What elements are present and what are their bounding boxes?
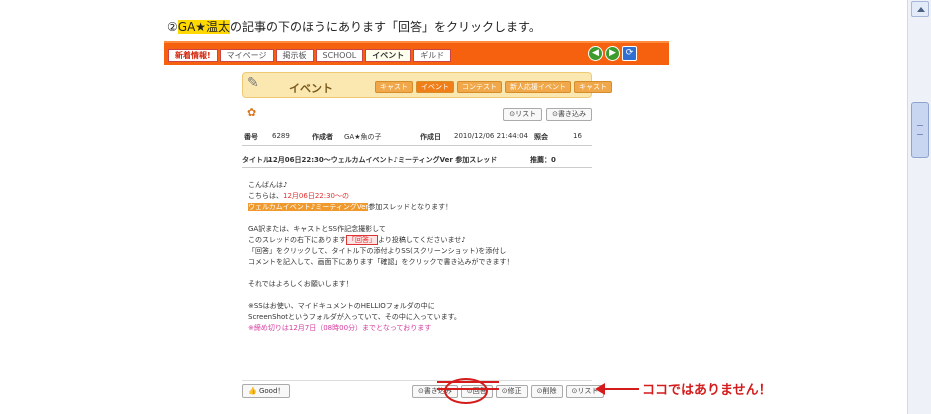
bottom-buttons: ⊙書き込み ⊙回答 ⊙修正 ⊙削除 ⊙リスト <box>412 385 605 398</box>
author-value: GA★魚の子 <box>344 133 382 141</box>
tab-guild[interactable]: ギルド <box>413 49 452 62</box>
annotation-arrow-icon <box>595 383 639 395</box>
megaphone-icon: ✎ <box>247 75 259 91</box>
delete-button[interactable]: ⊙削除 <box>530 385 563 398</box>
event-header: ✎ イベント キャスト イベント コンテスト 新人応援イベント キャスト <box>242 72 612 98</box>
subtab-newbie-event[interactable]: 新人応援イベント <box>505 81 571 93</box>
subtab-cast-2[interactable]: キャスト <box>574 81 612 93</box>
body-line: コメントを記入して、画面下にあります「確認」をクリックで書き込みができます！ <box>248 258 514 266</box>
annotation-note: ココではありません！ <box>642 383 772 398</box>
tab-board[interactable]: 掲示板 <box>275 49 314 62</box>
subtab-event[interactable]: イベント <box>416 81 454 93</box>
scroll-thumb[interactable] <box>911 102 929 158</box>
forward-arrow-icon[interactable]: ▶ <box>605 46 620 61</box>
back-arrow-icon[interactable]: ◀ <box>588 46 603 61</box>
subtab-cast[interactable]: キャスト <box>375 81 413 93</box>
instruction-highlight: GA★温太 <box>177 20 231 34</box>
list-button-top[interactable]: ⊙リスト <box>503 108 543 121</box>
divider <box>242 380 592 381</box>
date-value: 2010/12/06 21:44:04 <box>454 132 529 140</box>
post-panel: ✎ イベント キャスト イベント コンテスト 新人応援イベント キャスト ✿ ⊙… <box>242 70 612 410</box>
post-title-row: タイトル 12月06日22:30〜ウェルカムイベント♪ミーティングVer 参加ス… <box>242 152 592 168</box>
write-button-top[interactable]: ⊙書き込み <box>546 108 592 121</box>
top-buttons: ⊙リスト ⊙書き込み <box>503 108 592 121</box>
body-line: このスレッドの右下にあります 「回答」 より投稿してくださいませ♪ <box>248 235 466 245</box>
top-nav-tabs: 新着情報! マイページ 掲示板 SCHOOL イベント ギルド <box>168 49 452 62</box>
post-title: 12月06日22:30〜ウェルカムイベント♪ミーティングVer 参加スレッド <box>268 156 498 164</box>
vertical-scrollbar[interactable] <box>907 0 931 414</box>
body-line: こんばんは♪ <box>248 181 288 189</box>
title-label: タイトル <box>242 156 270 164</box>
event-title: イベント <box>289 82 333 95</box>
edit-button[interactable]: ⊙修正 <box>495 385 528 398</box>
instruction-text: ②GA★温太の記事の下のほうにあります「回答」をクリックします。 <box>167 18 541 35</box>
number-value: 6289 <box>272 132 290 140</box>
body-line: ※締め切りは12月7日（08時00分）までとなっております <box>248 324 432 332</box>
post-meta: 番号 6289 作成者 GA★魚の子 作成日 2010/12/06 21:44:… <box>242 128 592 146</box>
body-line: それではよろしくお願いします！ <box>248 280 353 288</box>
tab-school[interactable]: SCHOOL <box>315 49 364 62</box>
author-label: 作成者 <box>312 133 333 141</box>
recommend-count: 推薦：0 <box>530 156 556 164</box>
event-subtabs: キャスト イベント コンテスト 新人応援イベント キャスト <box>375 81 612 93</box>
top-nav-bar: 新着情報! マイページ 掲示板 SCHOOL イベント ギルド ◀ ▶ ⟳ <box>164 41 669 65</box>
body-line: GA訳または、キャストとSS作記念撮影して <box>248 225 386 233</box>
body-line: ウェルカムイベント♪ミーティングVer参加スレッドとなります！ <box>248 203 453 211</box>
date-label: 作成日 <box>420 133 441 141</box>
refresh-icon[interactable]: ⟳ <box>622 46 637 61</box>
subtab-contest[interactable]: コンテスト <box>457 81 502 93</box>
body-line: 「回答」をクリックして、タイトル下の添付よりSS(スクリーンショット)を添付し <box>248 247 507 255</box>
tab-news[interactable]: 新着情報! <box>168 49 218 62</box>
annotation-strike <box>437 381 499 383</box>
body-line: ScreenShotというフォルダが入っていて、その中に入っています。 <box>248 313 461 321</box>
flower-icon: ✿ <box>247 106 257 119</box>
instruction-prefix: ② <box>167 20 178 34</box>
views-label: 照会 <box>534 133 548 141</box>
good-button[interactable]: 👍 Good！ <box>242 384 291 398</box>
scroll-up-icon[interactable] <box>911 1 929 17</box>
number-label: 番号 <box>244 133 258 141</box>
post-body: こんばんは♪ こちらは、12月06日22:30〜の ウェルカムイベント♪ミーティ… <box>248 180 513 334</box>
instruction-suffix: の記事の下のほうにあります「回答」をクリックします。 <box>230 20 541 34</box>
nav-buttons: ◀ ▶ ⟳ <box>588 46 637 61</box>
tab-event[interactable]: イベント <box>365 49 412 62</box>
body-line: ※SSはお使い、マイドキュメントのHELLIOフォルダの中に <box>248 302 435 310</box>
tab-mypage[interactable]: マイページ <box>219 49 274 62</box>
views-value: 16 <box>573 132 582 140</box>
body-line: こちらは、12月06日22:30〜の <box>248 192 349 200</box>
annotation-strike <box>437 388 499 390</box>
